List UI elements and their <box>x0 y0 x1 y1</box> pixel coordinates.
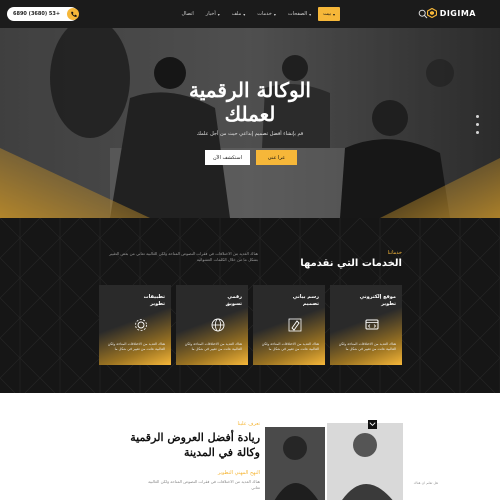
card-title-line2: تطوير <box>381 301 396 307</box>
site-header: 6890 (3680) 53+ بيت ▾ الصفحات ▾ خدمات ▾ … <box>0 0 500 28</box>
slider-dot[interactable] <box>476 131 479 134</box>
page: 6890 (3680) 53+ بيت ▾ الصفحات ▾ خدمات ▾ … <box>0 0 500 500</box>
chevron-down-icon: ▾ <box>309 11 312 17</box>
about-title-line2: وكالة في المدينة <box>183 446 260 459</box>
design-pen-icon <box>288 318 302 332</box>
slider-dots <box>476 115 479 134</box>
main-nav: بيت ▾ الصفحات ▾ خدمات ▾ ملف ▾ أخبار ▾ ات… <box>177 7 340 21</box>
card-title-line1: تطبيقات <box>143 294 165 300</box>
service-cards: موقع إلكتروني تطوير هناك العديد من الاخت… <box>98 285 402 365</box>
quote-badge-icon <box>368 420 377 429</box>
service-card-marketing[interactable]: رقمي تسويق هناك العديد من الاختلافات الم… <box>176 285 248 365</box>
hero-title-line1: الوكالة الرقمية <box>189 78 311 102</box>
service-card-apps[interactable]: تطبيقات تطوير هناك العديد من الاختلافات … <box>99 285 171 365</box>
nav-item-contact[interactable]: اتصال <box>177 7 199 21</box>
nav-item-pages[interactable]: الصفحات ▾ <box>283 7 316 21</box>
about-title: ريادة أفضل العروض الرقمية وكالة في المدي… <box>100 430 260 460</box>
nav-item-home[interactable]: بيت ▾ <box>318 7 340 21</box>
chevron-down-icon: ▾ <box>243 11 246 17</box>
hero-title: الوكالة الرقمية لعملك <box>140 78 360 126</box>
nav-label: بيت <box>323 11 331 17</box>
about-note: هل تعلم ان هناك <box>413 481 438 485</box>
nav-label: خدمات <box>257 11 272 17</box>
nav-item-services[interactable]: خدمات ▾ <box>252 7 281 21</box>
card-title: رسم بياني تصميم <box>269 294 319 308</box>
explore-now-button[interactable]: استكشف الآن <box>205 150 250 165</box>
card-title-line2: تسويق <box>225 301 242 307</box>
nav-label: الصفحات <box>287 11 308 17</box>
card-description: هناك العديد من الاختلافات المتاحة ولكن ا… <box>261 342 319 351</box>
slider-dot[interactable] <box>476 115 479 118</box>
globe-icon <box>211 318 225 332</box>
services-tag: خدماتنا <box>387 250 402 256</box>
card-title-line2: تطوير <box>150 301 165 307</box>
nav-item-news[interactable]: أخبار ▾ <box>201 7 225 21</box>
card-title-line1: موقع إلكتروني <box>359 294 396 300</box>
card-title-line2: تصميم <box>302 301 319 307</box>
card-title: رقمي تسويق <box>192 294 242 308</box>
about-description: هناك العديد من الاختلافات في فقرات النصو… <box>148 479 260 490</box>
hero-buttons: استكشف الآن عرا عنى <box>205 150 297 165</box>
card-description: هناك العديد من الاختلافات المتاحة ولكن ا… <box>338 342 396 351</box>
nav-label: اتصال <box>181 11 194 17</box>
service-card-graphic[interactable]: رسم بياني تصميم هناك العديد من الاختلافا… <box>253 285 325 365</box>
learn-more-button[interactable]: عرا عنى <box>256 150 297 165</box>
logo[interactable]: DIGIMA <box>426 8 476 18</box>
card-title: تطبيقات تطوير <box>115 294 165 308</box>
phone-number: 6890 (3680) 53+ <box>13 11 61 17</box>
about-tag: تعرف علينا <box>237 421 260 427</box>
logo-text: DIGIMA <box>439 8 476 18</box>
card-title-line1: رسم بياني <box>292 294 319 300</box>
phone-icon <box>67 8 79 20</box>
card-description: هناك العديد من الاختلافات المتاحة ولكن ا… <box>107 342 165 351</box>
about-subtitle: النهج المهني التطوير <box>217 470 260 476</box>
chevron-down-icon: ▾ <box>273 11 276 17</box>
chevron-down-icon: ▾ <box>332 11 335 17</box>
services-section: خدماتنا الخدمات التي نقدمها هناك العديد … <box>0 218 500 393</box>
logo-mark-icon <box>426 8 437 18</box>
slider-dot[interactable] <box>476 123 479 126</box>
card-title-line1: رقمي <box>227 294 242 300</box>
team-photo <box>265 423 403 500</box>
phone-button[interactable]: 6890 (3680) 53+ <box>7 7 79 21</box>
card-title: موقع إلكتروني تطوير <box>346 294 396 308</box>
nav-label: أخبار <box>205 11 216 17</box>
services-description: هناك العديد من الاختلافات في فقرات النصو… <box>109 251 258 262</box>
gear-cog-icon <box>135 319 147 331</box>
chevron-down-icon: ▾ <box>217 11 220 17</box>
about-title-line1: ريادة أفضل العروض الرقمية <box>130 431 260 444</box>
card-description: هناك العديد من الاختلافات المتاحة ولكن ا… <box>184 342 242 351</box>
hero-title-line2: لعملك <box>224 102 276 126</box>
nav-item-portfolio[interactable]: ملف ▾ <box>227 7 251 21</box>
services-title: الخدمات التي نقدمها <box>300 258 402 269</box>
hero-section: الوكالة الرقمية لعملك قم بإنشاء أفضل تصم… <box>0 28 500 218</box>
service-card-web[interactable]: موقع إلكتروني تطوير هناك العديد من الاخت… <box>330 285 402 365</box>
hero-subtitle: قم بإنشاء أفضل تصميم إبداعي حيث من أجل ع… <box>196 131 304 137</box>
nav-label: ملف <box>231 11 242 17</box>
web-code-icon <box>365 319 379 330</box>
about-section: تعرف علينا ريادة أفضل العروض الرقمية وكا… <box>0 393 500 500</box>
